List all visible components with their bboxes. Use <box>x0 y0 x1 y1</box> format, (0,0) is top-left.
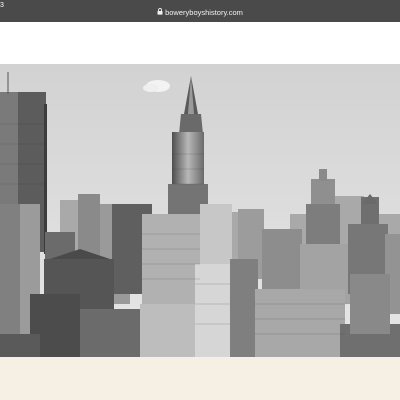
page-top-whitespace <box>0 22 400 64</box>
browser-page: 3 boweryboyshistory.com <box>0 0 400 400</box>
browser-address-bar[interactable]: 3 boweryboyshistory.com <box>0 0 400 22</box>
lock-icon <box>157 8 163 18</box>
url-text: boweryboyshistory.com <box>165 8 243 17</box>
skyline-photo <box>0 64 400 357</box>
page-footer-band <box>0 357 400 400</box>
url-display[interactable]: boweryboyshistory.com <box>0 8 400 18</box>
